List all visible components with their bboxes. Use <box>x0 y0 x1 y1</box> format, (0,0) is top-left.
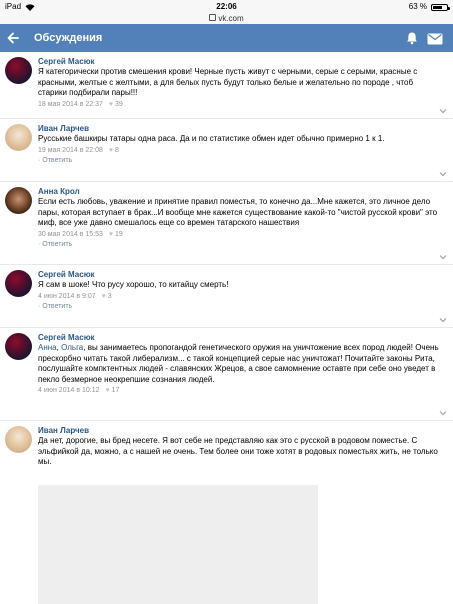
reply-link[interactable]: · Ответить <box>38 241 72 248</box>
heart-icon[interactable]: ♥ <box>109 100 113 110</box>
bell-icon[interactable] <box>405 31 419 45</box>
comment-item: Сергей Масюк Я сам в шоке! Что русу хоро… <box>0 265 453 328</box>
comment-author[interactable]: Сергей Масюк <box>38 56 443 67</box>
comment-text-body: , вы занимаетесь пропогандой генетическо… <box>38 343 439 384</box>
comment-date: 30 мая 2014 в 15:53 <box>38 230 103 238</box>
comment-author[interactable]: Сергей Масюк <box>38 269 443 280</box>
comment-item: Иван Ларчев Да нет, дорогие, вы бред нес… <box>0 421 453 485</box>
page-title: Обсуждения <box>34 32 103 44</box>
comment-text: Я сам в шоке! Что русу хорошо, то китайц… <box>38 280 229 289</box>
mention-link[interactable]: Ольга <box>61 343 83 352</box>
back-arrow-icon[interactable] <box>6 31 20 45</box>
heart-icon[interactable]: ♥ <box>109 146 113 156</box>
comment-list: Сергей Масюк Я категорически против смеш… <box>0 52 453 485</box>
attachment-placeholder[interactable] <box>38 485 318 604</box>
comment-date: 4 июн 2014 в 10:12 <box>38 387 100 394</box>
comment-item: Иван Ларчев Русськие башкиры татары одна… <box>0 119 453 182</box>
top-bar: Обсуждения <box>0 24 453 52</box>
heart-icon[interactable]: ♥ <box>105 386 109 396</box>
like-count: 19 <box>114 230 123 238</box>
comment-text: Анна, Ольга, вы занимаетесь пропогандой … <box>38 343 443 385</box>
comment-date: 18 мая 2014 в 22:37 <box>38 100 103 108</box>
avatar[interactable] <box>5 57 32 84</box>
chevron-down-icon[interactable] <box>439 254 447 260</box>
chevron-down-icon[interactable] <box>439 317 447 323</box>
status-bar: iPad 22:06 63 % <box>0 0 453 14</box>
comment-date: 4 июн 2014 в 9:07 <box>38 292 96 300</box>
lock-icon <box>209 14 217 22</box>
comment-author[interactable]: Иван Ларчев <box>38 123 443 134</box>
comment-item: Сергей Масюк Я категорически против смеш… <box>0 52 453 119</box>
comment-meta: 18 мая 2014 в 22:37 ♥ 39 <box>38 100 443 113</box>
comment-meta: 19 мая 2014 в 22:08 ♥ 8 · Ответить <box>38 146 443 169</box>
like-count: 8 <box>114 146 119 154</box>
mention-link[interactable]: Анна <box>38 343 57 352</box>
comment-text: Если есть любовь, уважение и принятие пр… <box>38 197 438 227</box>
comment-author[interactable]: Иван Ларчев <box>38 425 443 436</box>
comma: , <box>56 343 59 352</box>
clock: 22:06 <box>216 2 237 11</box>
heart-icon[interactable]: ♥ <box>109 230 113 240</box>
battery-percent: 63 % <box>408 2 427 11</box>
comment-text: Да нет, дорогие, вы бред несете. Я вот с… <box>38 436 438 466</box>
like-count: 17 <box>111 387 120 394</box>
address-bar[interactable]: vk.com <box>0 14 453 24</box>
comment-text: Я категорически против смешения крови! Ч… <box>38 67 418 97</box>
comment-meta: 4 июн 2014 в 10:12 ♥ 17 <box>38 386 443 399</box>
avatar[interactable] <box>5 426 32 453</box>
avatar[interactable] <box>5 187 32 214</box>
battery-icon <box>431 3 450 11</box>
avatar[interactable] <box>5 124 32 151</box>
like-count: 39 <box>114 100 123 108</box>
heart-icon[interactable]: ♥ <box>102 292 106 302</box>
messages-icon[interactable] <box>427 32 443 45</box>
comment-author[interactable]: Анна Крол <box>38 186 443 197</box>
comment-meta: 30 мая 2014 в 15:53 ♥ 19 · Ответить <box>38 230 443 253</box>
comment-item: Сергей Масюк Анна, Ольга, вы занимаетесь… <box>0 328 453 421</box>
comment-author[interactable]: Сергей Масюк <box>38 332 443 343</box>
avatar[interactable] <box>5 333 32 360</box>
comment-text: Русськие башкиры татары одна раса. Да и … <box>38 134 385 143</box>
chevron-down-icon[interactable] <box>439 171 447 177</box>
comment-date: 19 мая 2014 в 22:08 <box>38 146 103 154</box>
reply-link[interactable]: · Ответить <box>38 157 72 164</box>
comment-meta: 4 июн 2014 в 9:07 ♥ 3 · Ответить <box>38 292 443 315</box>
comment-item: Анна Крол Если есть любовь, уважение и п… <box>0 182 453 265</box>
chevron-down-icon[interactable] <box>439 108 447 114</box>
chevron-down-icon[interactable] <box>439 410 447 416</box>
url-text: vk.com <box>218 14 244 23</box>
like-count: 3 <box>107 292 112 300</box>
avatar[interactable] <box>5 270 32 297</box>
reply-link[interactable]: · Ответить <box>38 303 72 310</box>
